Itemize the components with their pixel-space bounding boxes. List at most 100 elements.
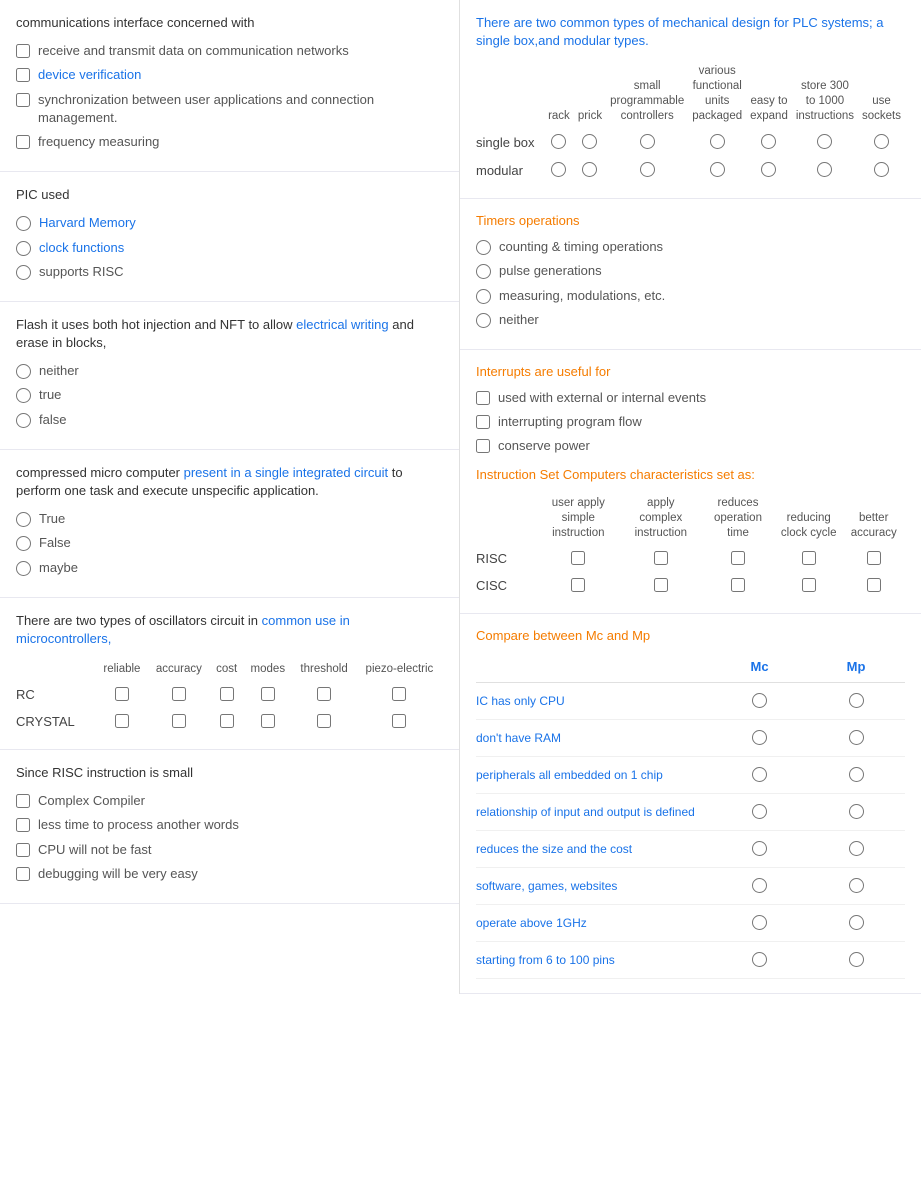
radio-flash-3[interactable] <box>16 413 31 428</box>
checkbox-comm-4[interactable] <box>16 135 30 149</box>
option-row: used with external or internal events <box>476 389 905 407</box>
mod-various[interactable] <box>710 162 725 177</box>
radio-pic-2[interactable] <box>16 241 31 256</box>
table-row: IC has only CPU <box>476 683 905 720</box>
isc-col-reducing: reducing clock cycle <box>775 492 842 545</box>
option-label: neither <box>499 311 539 329</box>
row6-mp[interactable] <box>849 915 864 930</box>
isc-col-apply: apply complex instruction <box>621 492 701 545</box>
crystal-threshold[interactable] <box>317 714 331 728</box>
cisc-apply[interactable] <box>654 578 668 592</box>
mod-easy[interactable] <box>761 162 776 177</box>
osc-col-modes: modes <box>243 658 292 681</box>
row2-mp[interactable] <box>849 767 864 782</box>
row3-mc[interactable] <box>752 804 767 819</box>
question-plc: There are two common types of mechanical… <box>476 14 905 50</box>
radio-pic-3[interactable] <box>16 265 31 280</box>
mod-store[interactable] <box>817 162 832 177</box>
option-row: receive and transmit data on communicati… <box>16 42 443 60</box>
checkbox-int-1[interactable] <box>476 391 490 405</box>
row7-mp[interactable] <box>849 952 864 967</box>
row1-mc[interactable] <box>752 730 767 745</box>
sb-small[interactable] <box>640 134 655 149</box>
radio-timers-4[interactable] <box>476 313 491 328</box>
risc-reducing[interactable] <box>802 551 816 565</box>
plc-row-modular: modular <box>476 156 544 184</box>
device-verification-link[interactable]: device verification <box>38 67 141 82</box>
row7-mc[interactable] <box>752 952 767 967</box>
radio-timers-3[interactable] <box>476 289 491 304</box>
mod-use[interactable] <box>874 162 889 177</box>
risc-user[interactable] <box>571 551 585 565</box>
crystal-accuracy[interactable] <box>172 714 186 728</box>
risc-reduces[interactable] <box>731 551 745 565</box>
rc-accuracy[interactable] <box>172 687 186 701</box>
row5-mc[interactable] <box>752 878 767 893</box>
checkbox-risc-3[interactable] <box>16 843 30 857</box>
cisc-reduces[interactable] <box>731 578 745 592</box>
row4-mc[interactable] <box>752 841 767 856</box>
sb-use[interactable] <box>874 134 889 149</box>
sb-easy[interactable] <box>761 134 776 149</box>
question-oscillators: There are two types of oscillators circu… <box>16 612 443 648</box>
section-risc: Since RISC instruction is small Complex … <box>0 750 459 904</box>
checkbox-risc-4[interactable] <box>16 867 30 881</box>
rc-modes[interactable] <box>261 687 275 701</box>
risc-better[interactable] <box>867 551 881 565</box>
mod-small[interactable] <box>640 162 655 177</box>
compare-col-mc-header: Mc <box>712 653 807 682</box>
sb-prick[interactable] <box>582 134 597 149</box>
radio-micro-1[interactable] <box>16 512 31 527</box>
risc-apply[interactable] <box>654 551 668 565</box>
rc-piezo[interactable] <box>392 687 406 701</box>
row1-mp[interactable] <box>849 730 864 745</box>
rc-threshold[interactable] <box>317 687 331 701</box>
checkbox-comm-3[interactable] <box>16 93 30 107</box>
radio-micro-2[interactable] <box>16 536 31 551</box>
checkbox-int-3[interactable] <box>476 439 490 453</box>
compare-row-1-label: IC has only CPU <box>476 683 712 720</box>
cisc-reducing[interactable] <box>802 578 816 592</box>
crystal-modes[interactable] <box>261 714 275 728</box>
checkbox-int-2[interactable] <box>476 415 490 429</box>
mod-prick[interactable] <box>582 162 597 177</box>
crystal-cost[interactable] <box>220 714 234 728</box>
checkbox-comm-2[interactable] <box>16 68 30 82</box>
rc-cost[interactable] <box>220 687 234 701</box>
option-label: frequency measuring <box>38 133 159 151</box>
plc-col-empty <box>476 60 544 128</box>
plc-table-container: rack prick small programmable controller… <box>476 60 905 184</box>
harvard-link[interactable]: Harvard Memory <box>39 215 136 230</box>
sb-various[interactable] <box>710 134 725 149</box>
row3-mp[interactable] <box>849 804 864 819</box>
crystal-piezo[interactable] <box>392 714 406 728</box>
row6-mc[interactable] <box>752 915 767 930</box>
option-row: debugging will be very easy <box>16 865 443 883</box>
mod-rack[interactable] <box>551 162 566 177</box>
option-label: synchronization between user application… <box>38 91 443 127</box>
sb-store[interactable] <box>817 134 832 149</box>
checkbox-risc-2[interactable] <box>16 818 30 832</box>
osc-col-reliable: reliable <box>96 658 148 681</box>
checkbox-comm-1[interactable] <box>16 44 30 58</box>
row4-mp[interactable] <box>849 841 864 856</box>
cisc-better[interactable] <box>867 578 881 592</box>
row0-mc[interactable] <box>752 693 767 708</box>
radio-timers-2[interactable] <box>476 264 491 279</box>
sb-rack[interactable] <box>551 134 566 149</box>
clock-link[interactable]: clock functions <box>39 240 124 255</box>
radio-timers-1[interactable] <box>476 240 491 255</box>
radio-pic-1[interactable] <box>16 216 31 231</box>
osc-row-rc: RC <box>16 681 96 708</box>
row5-mp[interactable] <box>849 878 864 893</box>
row2-mc[interactable] <box>752 767 767 782</box>
radio-flash-1[interactable] <box>16 364 31 379</box>
radio-flash-2[interactable] <box>16 388 31 403</box>
checkbox-risc-1[interactable] <box>16 794 30 808</box>
radio-micro-3[interactable] <box>16 561 31 576</box>
cisc-user[interactable] <box>571 578 585 592</box>
table-row: don't have RAM <box>476 720 905 757</box>
crystal-reliable[interactable] <box>115 714 129 728</box>
row0-mp[interactable] <box>849 693 864 708</box>
rc-reliable[interactable] <box>115 687 129 701</box>
